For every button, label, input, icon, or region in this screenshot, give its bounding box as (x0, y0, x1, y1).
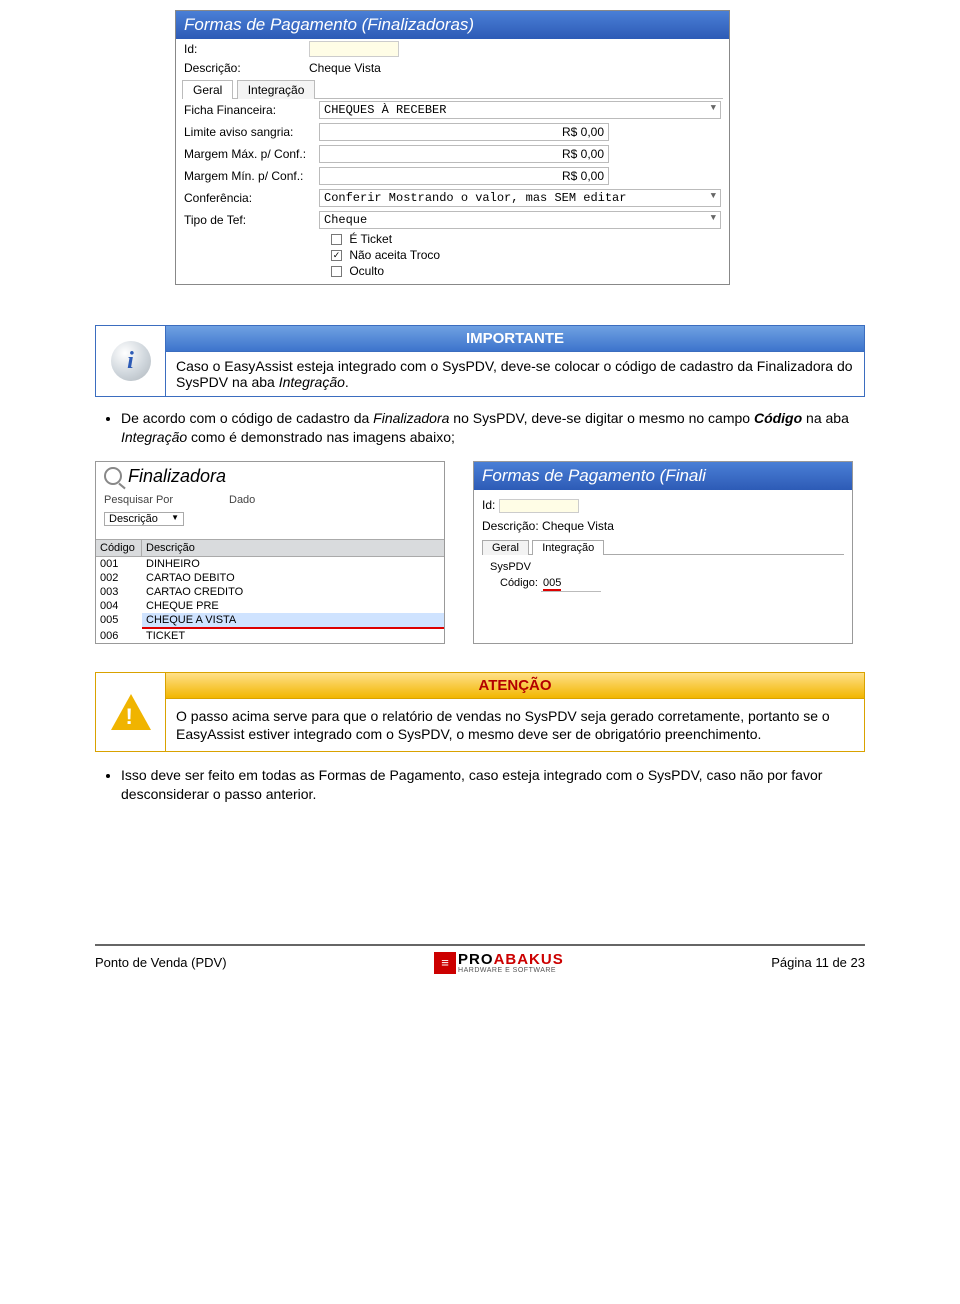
bullet-list-1: De acordo com o código de cadastro da Fi… (95, 409, 865, 447)
window-formas-2: Formas de Pagamento (Finali Id: Descriçã… (473, 461, 853, 644)
codigo-value: 005 (543, 577, 561, 591)
footer-right: Página 11 de 23 (771, 955, 865, 970)
descricao-value: Cheque Vista (309, 61, 381, 75)
chevron-down-icon: ▼ (711, 103, 716, 117)
descricao-label: Descrição: (184, 61, 309, 75)
ficha-value: CHEQUES À RECEBER (324, 103, 446, 117)
table-row[interactable]: 001DINHEIRO (96, 557, 444, 571)
tab2-integracao[interactable]: Integração (532, 540, 604, 555)
callout-text: Caso o EasyAssist esteja integrado com o… (166, 352, 864, 396)
ficha-combo[interactable]: CHEQUES À RECEBER ▼ (319, 101, 721, 119)
callout-atencao: ATENÇÃO O passo acima serve para que o r… (95, 672, 865, 752)
dado-label: Dado (229, 494, 314, 506)
id2-input[interactable] (499, 499, 579, 513)
pesquisar-label: Pesquisar Por (104, 494, 189, 506)
col-codigo: Código (96, 540, 142, 556)
checkbox-troco-label: Não aceita Troco (349, 248, 440, 262)
bullet-list-2: Isso deve ser feito em todas as Formas d… (95, 766, 865, 804)
atencao-title: ATENÇÃO (166, 673, 864, 699)
table-row[interactable]: 006TICKET (96, 629, 444, 643)
table-row[interactable]: 004CHEQUE PRE (96, 599, 444, 613)
desc2-label: Descrição: (482, 519, 539, 533)
tab-geral[interactable]: Geral (182, 80, 233, 99)
table-header: Código Descrição (96, 539, 444, 557)
window-formas-pagamento: Formas de Pagamento (Finalizadoras) Id: … (175, 10, 730, 285)
atencao-text: O passo acima serve para que o relatório… (166, 699, 864, 751)
tef-combo[interactable]: Cheque ▼ (319, 211, 721, 229)
callout-title: IMPORTANTE (166, 326, 864, 352)
page-footer: Ponto de Venda (PDV) ≡ PROABAKUS HARDWAR… (95, 944, 865, 980)
tab2-geral[interactable]: Geral (482, 540, 529, 555)
conferencia-combo[interactable]: Conferir Mostrando o valor, mas SEM edit… (319, 189, 721, 207)
chevron-down-icon: ▼ (171, 513, 179, 525)
bullet-1: De acordo com o código de cadastro da Fi… (121, 409, 865, 447)
conferencia-value: Conferir Mostrando o valor, mas SEM edit… (324, 191, 626, 205)
callout-importante: i IMPORTANTE Caso o EasyAssist esteja in… (95, 325, 865, 397)
chevron-down-icon: ▼ (711, 191, 716, 205)
table-row[interactable]: 005CHEQUE A VISTA (96, 613, 444, 629)
window-finalizadora: Finalizadora Pesquisar Por Dado Descriçã… (95, 461, 445, 644)
margem-min-input[interactable]: R$ 0,00 (319, 167, 609, 185)
info-icon: i (96, 326, 166, 396)
codigo-input[interactable]: 005 (541, 577, 601, 592)
group-syspdv: SysPDV (482, 555, 844, 575)
col-descricao: Descrição (142, 540, 444, 556)
table-row[interactable]: 002CARTAO DEBITO (96, 571, 444, 585)
footer-left: Ponto de Venda (PDV) (95, 955, 227, 970)
tef-label: Tipo de Tef: (184, 213, 319, 227)
finalizadora-title: Finalizadora (128, 466, 226, 487)
logo-text-1: PRO (458, 951, 494, 968)
id2-label: Id: (482, 498, 495, 512)
conferencia-label: Conferência: (184, 191, 319, 205)
checkbox-ticket[interactable] (331, 234, 342, 245)
tef-value: Cheque (324, 213, 367, 227)
warning-icon (96, 673, 166, 751)
formas2-title: Formas de Pagamento (Finali (474, 462, 852, 490)
checkbox-ticket-label: É Ticket (349, 232, 392, 246)
limite-input[interactable]: R$ 0,00 (319, 123, 609, 141)
id-input[interactable] (309, 41, 399, 57)
limite-label: Limite aviso sangria: (184, 125, 319, 139)
checkbox-oculto-label: Oculto (349, 264, 384, 278)
chevron-down-icon: ▼ (711, 213, 716, 227)
codigo-label: Código: (500, 577, 538, 589)
margem-max-input[interactable]: R$ 0,00 (319, 145, 609, 163)
tab-integracao[interactable]: Integração (237, 80, 316, 99)
tabs: Geral Integração (182, 79, 723, 99)
logo-mark: ≡ (434, 952, 456, 974)
search-icon (104, 467, 122, 485)
desc2-value: Cheque Vista (542, 519, 614, 533)
table-row[interactable]: 003CARTAO CREDITO (96, 585, 444, 599)
logo-text-2: ABAKUS (494, 951, 564, 968)
logo: ≡ PROABAKUS HARDWARE E SOFTWARE (434, 952, 564, 974)
pesquisar-select[interactable]: Descrição ▼ (104, 512, 184, 526)
checkbox-troco[interactable] (331, 250, 342, 261)
logo-sub: HARDWARE E SOFTWARE (458, 967, 564, 974)
bullet-2: Isso deve ser feito em todas as Formas d… (121, 766, 865, 804)
pesquisar-value: Descrição (109, 513, 158, 525)
id-label: Id: (184, 42, 309, 56)
window-title: Formas de Pagamento (Finalizadoras) (176, 11, 729, 39)
checkbox-oculto[interactable] (331, 266, 342, 277)
ficha-label: Ficha Financeira: (184, 103, 319, 117)
margem-max-label: Margem Máx. p/ Conf.: (184, 147, 319, 161)
margem-min-label: Margem Mín. p/ Conf.: (184, 169, 319, 183)
